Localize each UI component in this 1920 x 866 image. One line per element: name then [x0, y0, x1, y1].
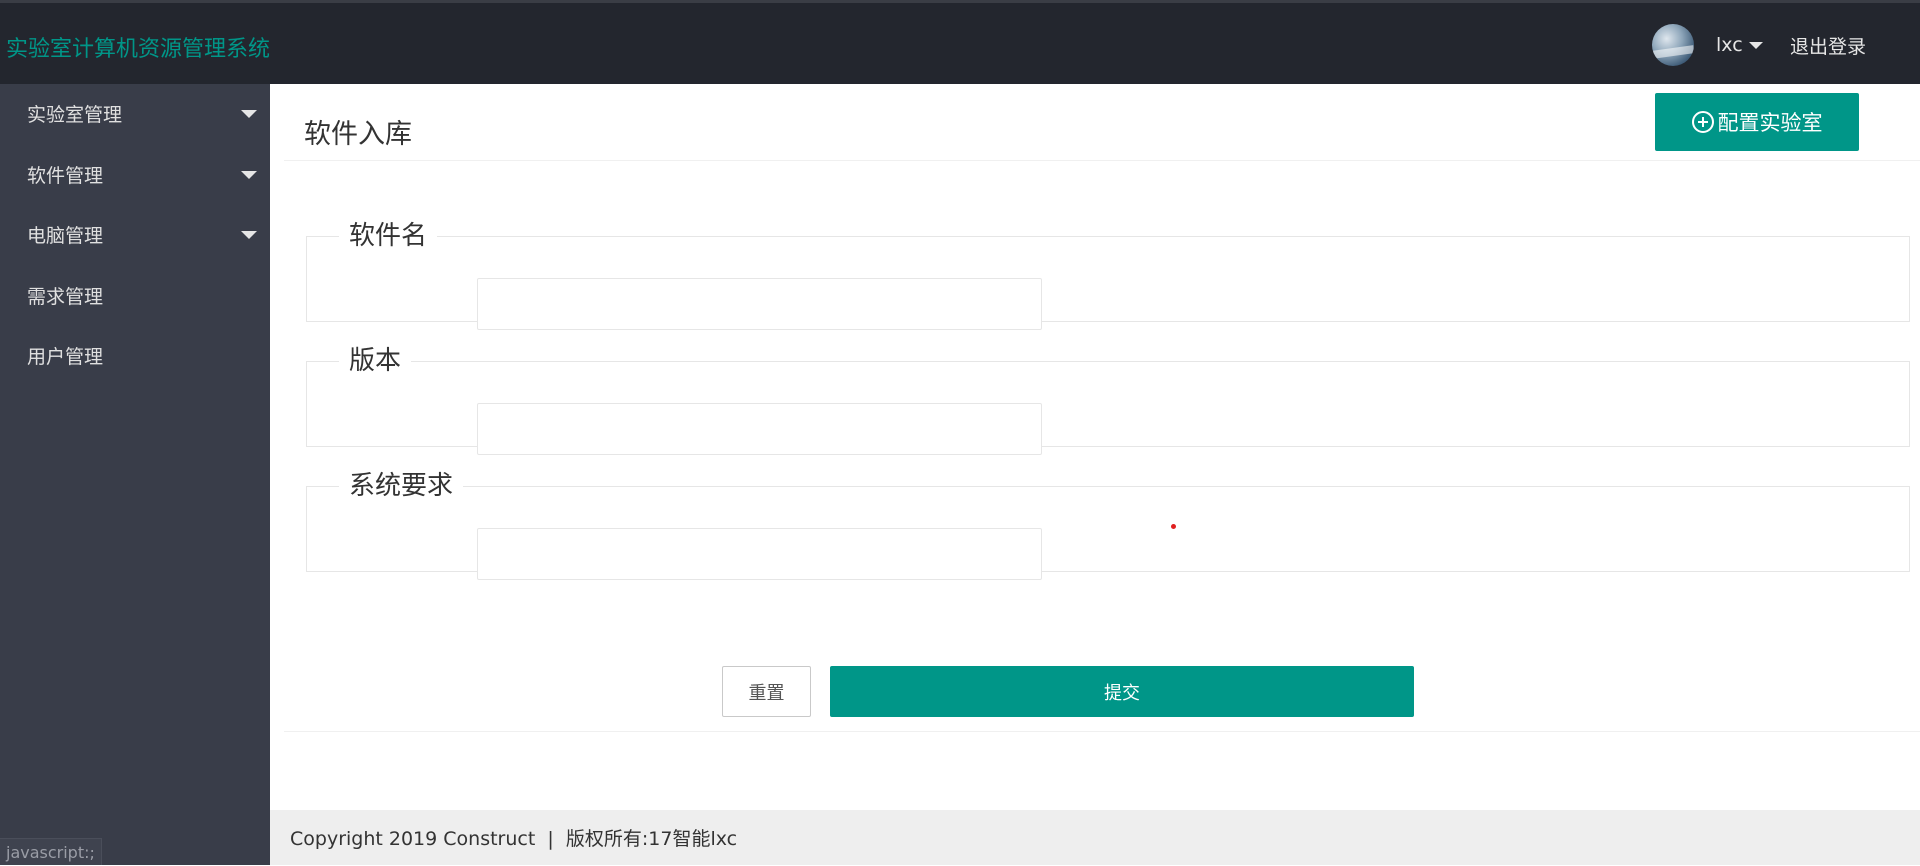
plus-circle-icon	[1691, 111, 1714, 133]
system-requirements-label: 系统要求	[349, 471, 454, 501]
reset-button[interactable]: 重置	[722, 666, 811, 717]
cursor-marker	[1171, 524, 1176, 529]
sidebar-item-label: 用户管理	[27, 345, 104, 368]
version-input[interactable]	[477, 403, 1042, 455]
software-name-group: 软件名	[306, 221, 1910, 330]
username-label[interactable]: lxc	[1716, 34, 1743, 56]
sidebar-item-label: 实验室管理	[27, 103, 123, 126]
system-requirements-input[interactable]	[477, 528, 1042, 580]
sidebar-item-lab-management[interactable]: 实验室管理	[0, 84, 270, 142]
avatar[interactable]	[1652, 24, 1694, 66]
main-content: 软件入库 配置实验室 软件名 版本 系统要求 重置 提交	[270, 84, 1920, 810]
version-group: 版本	[306, 346, 1910, 455]
caret-down-icon	[241, 110, 257, 118]
sidebar-item-computer-management[interactable]: 电脑管理	[0, 205, 270, 263]
app-title[interactable]: 实验室计算机资源管理系统	[6, 31, 270, 63]
caret-down-icon[interactable]	[1748, 41, 1763, 49]
sidebar-item-label: 软件管理	[27, 164, 104, 187]
version-label: 版本	[349, 346, 402, 376]
sidebar-item-software-management[interactable]: 软件管理	[0, 145, 270, 203]
user-menu[interactable]: lxc	[1652, 24, 1763, 66]
system-requirements-group: 系统要求	[306, 471, 1910, 580]
software-name-input[interactable]	[477, 278, 1042, 330]
logout-link[interactable]: 退出登录	[1790, 32, 1866, 59]
caret-down-icon	[241, 231, 257, 239]
footer-copyright: Copyright 2019 Construct | 版权所有:17智能lxc	[270, 810, 1920, 865]
link-status-tooltip: javascript:;	[0, 838, 102, 865]
sidebar-nav: 实验室管理 软件管理 电脑管理 需求管理 用户管理 javascript:;	[0, 84, 270, 865]
configure-lab-label: 配置实验室	[1717, 111, 1823, 135]
caret-down-icon	[241, 171, 257, 179]
software-name-label: 软件名	[349, 221, 428, 251]
sidebar-item-label: 需求管理	[27, 285, 104, 308]
sidebar-item-user-management[interactable]: 用户管理	[0, 326, 270, 384]
submit-button[interactable]: 提交	[830, 666, 1414, 717]
sidebar-item-label: 电脑管理	[27, 224, 104, 247]
sidebar-item-requirement-management[interactable]: 需求管理	[0, 266, 270, 324]
configure-lab-button[interactable]: 配置实验室	[1655, 93, 1859, 151]
page-title: 软件入库	[304, 119, 412, 150]
top-header: 实验室计算机资源管理系统 lxc 退出登录	[0, 0, 1920, 84]
